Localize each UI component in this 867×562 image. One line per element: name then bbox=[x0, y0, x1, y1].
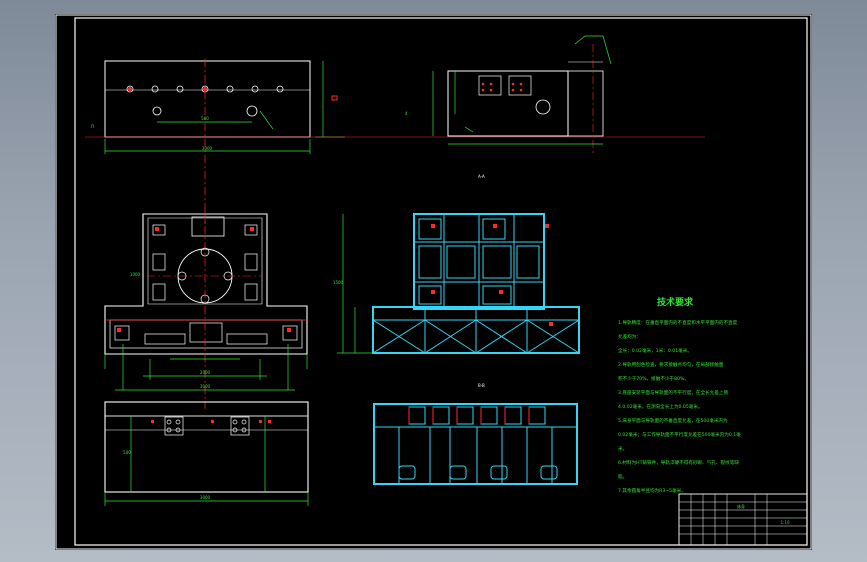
requirements-list: 1.导轨精度：在垂直平面内的不直度和水平平面内的不直度 允差均为： 全长：0.0… bbox=[618, 319, 741, 494]
section-a-height-dim: 1500 bbox=[333, 280, 344, 285]
section-b-view: B-B bbox=[373, 383, 578, 485]
side-ref-dim: 4 bbox=[405, 111, 408, 116]
section-b-label: B-B bbox=[478, 383, 485, 388]
bottom-view: 3000 500 bbox=[104, 401, 309, 506]
main-view: 2000 3000 1000 bbox=[104, 210, 308, 409]
technical-requirements: 技术要求 1.导轨精度：在垂直平面内的不直度和水平平面内的不直度 允差均为： 全… bbox=[618, 296, 741, 494]
requirement-line: 1.导轨精度：在垂直平面内的不直度和水平平面内的不直度 bbox=[618, 319, 738, 326]
main-base-dim: 3000 bbox=[200, 384, 211, 389]
main-width-dim: 2000 bbox=[200, 370, 211, 375]
requirement-line: 3.底座安装平面与导轨面的不平行度，在全长允差上侧 bbox=[618, 389, 728, 396]
requirements-title: 技术要求 bbox=[657, 296, 694, 308]
main-height-dim: 1000 bbox=[130, 272, 141, 277]
top-width-dim: 3000 bbox=[202, 146, 213, 151]
requirement-line: 全长：0.02毫米，1米：0.01毫米。 bbox=[618, 347, 692, 354]
requirement-line: 2.导轨用刮色检查，要求接触点均匀，在局部接触面 bbox=[618, 361, 724, 368]
requirement-line: 允差均为： bbox=[618, 333, 641, 340]
requirement-line: 米。 bbox=[618, 445, 627, 452]
svg-text:Π: Π bbox=[91, 124, 94, 129]
drawing-sheet: 3000 500 Π 4 2000 3000 1000 3000 500 A-A… bbox=[55, 14, 812, 550]
drawing-scale: 1:10 bbox=[781, 520, 790, 525]
section-a-label: A-A bbox=[478, 174, 485, 179]
requirement-line: 6.材料为HT铸铁件，导轨淬硬不得有砂眼、气孔、裂纹等缺 bbox=[618, 459, 739, 466]
requirement-line: 陷。 bbox=[618, 473, 627, 480]
requirement-line: 4.0.02毫米，在测向全长上为0.05毫米。 bbox=[618, 403, 703, 410]
section-a-view: A-A 1500 bbox=[333, 174, 580, 354]
top-front-view: 3000 500 bbox=[104, 59, 345, 224]
title-block: 床身 1:10 bbox=[678, 493, 808, 546]
requirement-line: 0.02毫米；与工作导轨面不平行度允差在500毫米内为0.1毫 bbox=[618, 431, 741, 438]
requirement-line: 5.床身平面与导轨面的不垂直度允差，在500毫米内为 bbox=[618, 417, 728, 424]
part-name: 床身 bbox=[737, 503, 745, 509]
requirement-line: 积不少于70%，接触不少于80%。 bbox=[618, 375, 689, 382]
requirement-line: 7.其余圆角半径均为R3~5毫米。 bbox=[618, 487, 686, 494]
bottom-height-dim: 500 bbox=[123, 450, 131, 455]
hole-pitch-dim: 500 bbox=[201, 116, 209, 121]
bottom-width-dim: 3000 bbox=[200, 495, 211, 500]
cad-drawing: 3000 500 Π 4 2000 3000 1000 3000 500 A-A… bbox=[55, 14, 812, 550]
side-view: 4 bbox=[405, 35, 612, 154]
